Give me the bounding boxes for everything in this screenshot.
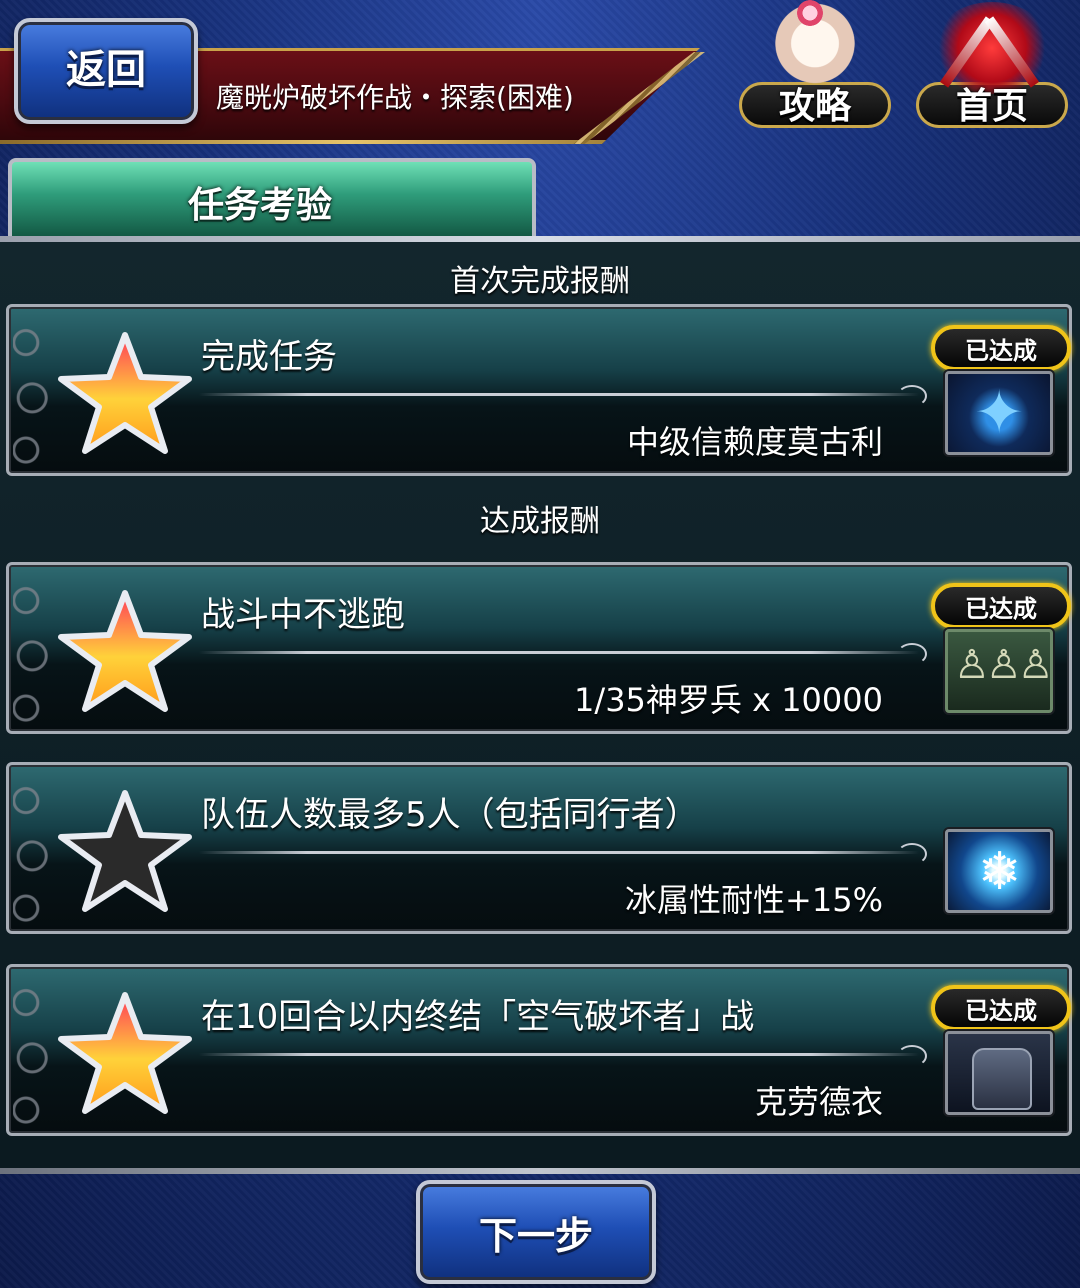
first-clear-heading: 首次完成报酬 (450, 264, 630, 299)
back-button-label: 返回 (66, 47, 146, 93)
home-button[interactable]: 首页 (912, 0, 1072, 134)
mission-card[interactable]: 战斗中不逃跑 1/35神罗兵 x 10000 已达成 (6, 562, 1072, 734)
divider (199, 643, 927, 665)
missions-panel: 首次完成报酬 完成任务 中级信赖度莫古利 已达成 达成报酬 战斗中不逃跑 1/3… (0, 242, 1080, 1170)
achieved-badge: 已达成 (931, 325, 1071, 371)
mission-card[interactable]: 队伍人数最多5人（包括同行者） 冰属性耐性+15% (6, 762, 1072, 934)
reward-text: 中级信赖度莫古利 (626, 423, 883, 461)
achieved-badge: 已达成 (931, 583, 1071, 629)
cloud-outfit-icon[interactable] (945, 1031, 1053, 1115)
shinra-figure-icon[interactable] (945, 629, 1053, 713)
tab-label: 任务考验 (188, 185, 333, 226)
reward-text: 冰属性耐性+15% (625, 881, 883, 919)
mission-text: 完成任务 (201, 337, 337, 377)
moogle-pom-icon (797, 0, 823, 26)
reward-text: 克劳德衣 (754, 1083, 883, 1121)
gold-star-icon (55, 991, 195, 1115)
home-button-label: 首页 (955, 86, 1028, 127)
gray-star-icon (55, 789, 195, 913)
tab-mission-challenges[interactable]: 任务考验 (8, 158, 536, 242)
next-button-label: 下一步 (478, 1213, 593, 1258)
back-button[interactable]: 返回 (14, 18, 198, 124)
next-button[interactable]: 下一步 (416, 1180, 656, 1284)
ice-resist-icon[interactable] (945, 829, 1053, 913)
divider (199, 385, 927, 407)
moogle-compass-icon[interactable] (945, 371, 1053, 455)
quest-title: 魔晄炉破坏作战・探索(困难) (216, 81, 574, 114)
mission-text: 在10回合以内终结「空气破坏者」战 (201, 997, 755, 1037)
footer-divider (0, 1168, 1080, 1174)
divider (199, 1045, 927, 1067)
mission-text: 队伍人数最多5人（包括同行者） (201, 795, 699, 835)
achievement-heading: 达成报酬 (480, 504, 600, 539)
guide-button-label: 攻略 (778, 86, 851, 127)
mission-card[interactable]: 在10回合以内终结「空气破坏者」战 克劳德衣 已达成 (6, 964, 1072, 1136)
mission-card[interactable]: 完成任务 中级信赖度莫古利 已达成 (6, 304, 1072, 476)
mission-text: 战斗中不逃跑 (201, 595, 405, 635)
guide-button[interactable]: 攻略 (735, 0, 895, 134)
gold-star-icon (55, 331, 195, 455)
gold-star-icon (55, 589, 195, 713)
reward-text: 1/35神罗兵 x 10000 (574, 681, 883, 719)
achieved-badge: 已达成 (931, 985, 1071, 1031)
divider (199, 843, 927, 865)
